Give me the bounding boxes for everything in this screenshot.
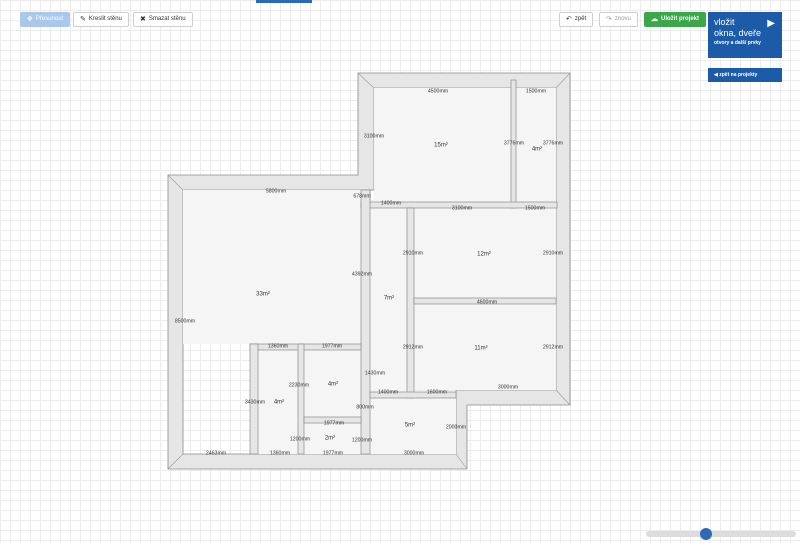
wall-dimension-label: 800mm	[356, 404, 373, 410]
wall-dimension-label: 3430mm	[245, 399, 265, 405]
wall-dimension-label: 2000mm	[446, 424, 466, 430]
room-area-label: 4m²	[328, 382, 338, 388]
room-area-label: 2m²	[325, 436, 335, 442]
room-area-label: 11m²	[474, 346, 487, 352]
wall-dimension-label: 3100mm	[364, 133, 384, 139]
wall-dimension-label: 3100mm	[452, 205, 472, 211]
wall-dimension-label: 1977mm	[322, 343, 342, 349]
wall-dimension-label: 1977mm	[323, 450, 343, 456]
room-area-label: 33m²	[256, 292, 270, 298]
zoom-slider-thumb[interactable]	[700, 528, 712, 540]
room-area-label: 15m²	[434, 143, 448, 149]
floor-plan-canvas[interactable]: 15m² 4m² 33m² 12m² 7m² 11m² 4m² 4m² 2m² 5m² 4500mm…	[0, 0, 800, 543]
wall-dimension-label: 5800mm	[266, 188, 286, 194]
wall-dimension-label: 2463mm	[206, 450, 226, 456]
wall-dimension-label: 1400mm	[381, 200, 401, 206]
wall-dimension-label: 2230mm	[289, 382, 309, 388]
wall-dimension-label: 1500mm	[525, 205, 545, 211]
room-area-label: 5m²	[405, 423, 415, 429]
wall-dimension-label: 8500mm	[175, 318, 195, 324]
room-area-label: 7m²	[384, 296, 394, 302]
wall-dimension-label: 678mm	[353, 193, 370, 199]
wall-dimension-label: 1430mm	[365, 370, 385, 376]
wall-dimension-label: 3776mm	[543, 140, 563, 146]
wall-dimension-label: 3000mm	[404, 450, 424, 456]
wall-dimension-label: 3000mm	[498, 384, 518, 390]
wall-dimension-label: 1200mm	[290, 436, 310, 442]
wall-dimension-label: 4392mm	[352, 271, 372, 277]
wall[interactable]	[406, 207, 415, 399]
wall[interactable]	[249, 343, 362, 351]
wall-dimension-label: 1977mm	[324, 420, 344, 426]
wall-dimension-label: 3776mm	[504, 140, 524, 146]
zoom-slider[interactable]	[646, 528, 796, 540]
wall-dimension-label: 2912mm	[543, 344, 563, 350]
wall-dimension-label: 1400mm	[378, 389, 398, 395]
room-area-label: 4m²	[532, 147, 542, 153]
wall[interactable]	[360, 189, 371, 455]
wall-dimension-label: 1500mm	[526, 88, 546, 94]
room-area-label: 12m²	[477, 252, 491, 258]
wall-dimension-label: 1360mm	[270, 450, 290, 456]
room-area-label: 4m²	[274, 400, 284, 406]
wall-dimension-label: 2910mm	[403, 250, 423, 256]
wall-dimension-label: 1360mm	[268, 343, 288, 349]
wall-dimension-label: 4500mm	[428, 88, 448, 94]
wall-dimension-label: 2912mm	[403, 344, 423, 350]
wall-dimension-label: 1200mm	[352, 437, 372, 443]
wall-dimension-label: 1600mm	[427, 389, 447, 395]
wall-dimension-label: 4600mm	[477, 299, 497, 305]
wall-dimension-label: 2910mm	[543, 250, 563, 256]
